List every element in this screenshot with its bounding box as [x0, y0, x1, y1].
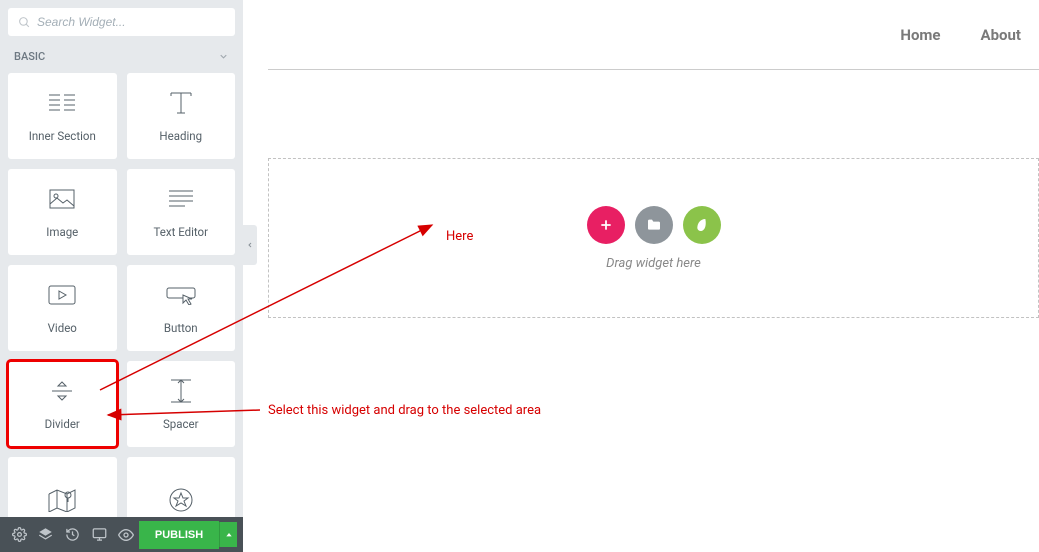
widget-video[interactable]: Video [8, 265, 117, 351]
search-box[interactable] [8, 8, 235, 36]
publish-button[interactable]: PUBLISH [139, 521, 219, 549]
star-badge-icon [168, 486, 194, 514]
text-editor-icon [167, 185, 195, 213]
monitor-icon [92, 527, 107, 542]
canvas-dropzone[interactable]: Drag widget here [268, 158, 1039, 318]
collapse-panel-button[interactable] [243, 225, 257, 265]
widget-image[interactable]: Image [8, 169, 117, 255]
site-header: Home About [268, 0, 1039, 70]
category-basic[interactable]: BASIC [8, 36, 235, 73]
dropzone-hint: Drag widget here [606, 256, 701, 271]
history-icon [65, 527, 80, 542]
widget-grid: Inner Section Heading Image Text Editor … [8, 73, 235, 543]
gear-icon [12, 527, 27, 542]
search-input[interactable] [37, 15, 225, 29]
image-icon [48, 185, 76, 213]
settings-button[interactable] [6, 517, 33, 552]
preview-button[interactable] [112, 517, 139, 552]
responsive-button[interactable] [86, 517, 113, 552]
heading-icon [167, 89, 195, 117]
widget-heading[interactable]: Heading [127, 73, 236, 159]
video-icon [47, 281, 77, 309]
chevron-left-icon [246, 240, 254, 250]
divider-icon [48, 377, 76, 405]
map-icon [47, 486, 77, 514]
bottom-toolbar: PUBLISH [0, 517, 243, 552]
spacer-icon [167, 377, 195, 405]
dropzone-actions [587, 206, 721, 244]
annotation-select: Select this widget and drag to the selec… [268, 403, 541, 418]
widget-button[interactable]: Button [127, 265, 236, 351]
publish-dropdown[interactable] [219, 522, 237, 547]
folder-icon [646, 217, 662, 233]
widget-spacer[interactable]: Spacer [127, 361, 236, 447]
search-icon [18, 16, 31, 29]
envato-button[interactable] [683, 206, 721, 244]
eye-icon [118, 527, 134, 543]
button-icon [165, 281, 197, 309]
widget-inner-section[interactable]: Inner Section [8, 73, 117, 159]
navigator-button[interactable] [33, 517, 60, 552]
plus-icon [599, 218, 613, 232]
widget-panel: BASIC Inner Section Heading Image [0, 0, 243, 517]
chevron-down-icon [218, 51, 229, 62]
widget-divider[interactable]: Divider [8, 361, 117, 447]
nav-home[interactable]: Home [900, 26, 940, 44]
nav-about[interactable]: About [981, 26, 1021, 44]
add-template-button[interactable] [635, 206, 673, 244]
caret-up-icon [225, 531, 233, 539]
layers-icon [38, 527, 53, 542]
widget-text-editor[interactable]: Text Editor [127, 169, 236, 255]
add-section-button[interactable] [587, 206, 625, 244]
leaf-icon [694, 217, 710, 233]
category-label: BASIC [14, 50, 45, 63]
history-button[interactable] [59, 517, 86, 552]
inner-section-icon [47, 89, 77, 117]
